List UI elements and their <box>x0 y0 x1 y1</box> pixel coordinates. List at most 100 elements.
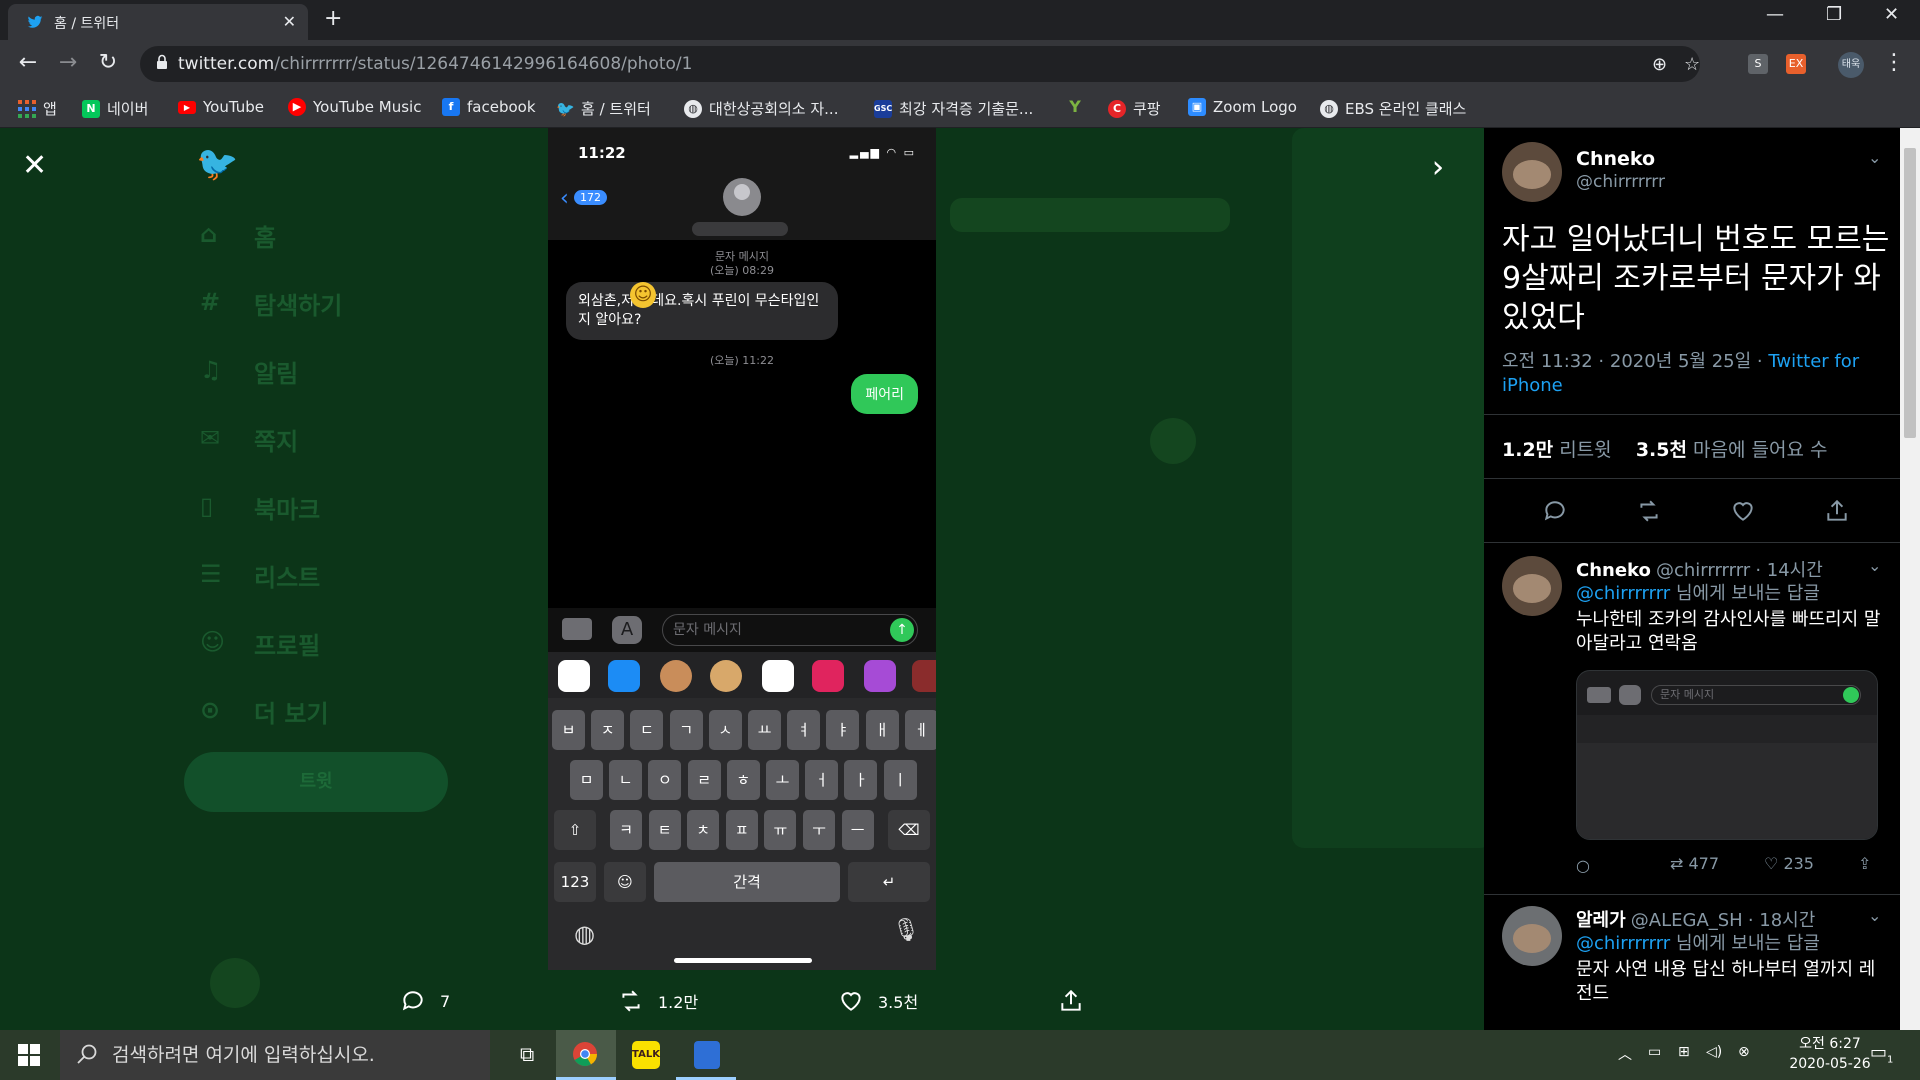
digital-touch-app-icon <box>812 660 844 692</box>
reply-context-label: 님에게 보내는 답글 <box>1675 583 1820 604</box>
signal-wifi-battery-icon: ▂▄▆ ◠ ▭ <box>849 146 916 159</box>
battery-icon[interactable]: ▭ <box>1648 1044 1661 1060</box>
bookmark-twitter[interactable]: 🐦 홈 / 트위터 <box>556 98 651 119</box>
retweet-action[interactable]: 1.2만 <box>618 988 698 1014</box>
address-bar[interactable]: twitter.com/chirrrrrrr/status/1264746142… <box>140 46 1700 82</box>
minimize-button[interactable]: — <box>1766 4 1784 25</box>
reply-action[interactable]: 7 <box>400 988 450 1014</box>
heart-icon[interactable] <box>1730 498 1756 524</box>
share-action[interactable] <box>1058 988 1084 1014</box>
reply-author-handle[interactable]: @ALEGA_SH <box>1631 910 1743 931</box>
extension-s-icon[interactable]: S <box>1748 54 1768 74</box>
like-action[interactable]: 3.5천 <box>838 988 918 1014</box>
author-avatar[interactable] <box>1502 142 1562 202</box>
network-icon[interactable]: ⊞ <box>1678 1044 1690 1060</box>
window-close-button[interactable]: ✕ <box>1884 4 1899 25</box>
bookmark-star-icon[interactable]: ☆ <box>1684 54 1700 75</box>
reply-author-handle[interactable]: @chirrrrrrr <box>1656 560 1750 581</box>
mention-link[interactable]: @chirrrrrrr <box>1576 583 1670 604</box>
restore-button[interactable]: ❐ <box>1826 4 1842 25</box>
bookmark-youtube[interactable]: ▶ YouTube <box>178 98 264 116</box>
mention-link[interactable]: @chirrrrrrr <box>1576 933 1670 954</box>
like-total[interactable]: 3.5천 <box>1636 439 1687 461</box>
nav-label: 북마크 <box>254 496 321 524</box>
taskbar-clock[interactable]: 오전 6:27 2020-05-26 <box>1786 1034 1874 1074</box>
nav-icon: ♫ <box>200 356 222 384</box>
reply-share-button[interactable]: ⇪ <box>1858 854 1871 873</box>
bookmark-apps[interactable]: 앱 <box>18 98 57 119</box>
close-viewer-icon[interactable]: ✕ <box>22 148 47 183</box>
reply-photo[interactable]: 문자 메시지 <box>1576 670 1878 840</box>
back-button[interactable]: ← <box>14 50 42 75</box>
forward-button[interactable]: → <box>54 50 82 75</box>
reply-icon[interactable] <box>1542 498 1568 524</box>
clock-date: 2020-05-26 <box>1789 1056 1871 1072</box>
phone-conversation-header: ‹ 172 <box>548 170 936 240</box>
nav-label: 쪽지 <box>254 428 299 456</box>
nav-label: 리스트 <box>254 564 321 592</box>
bookmark-gsc[interactable]: GSC 최강 자격증 기출문... <box>874 98 1033 119</box>
panel-scrollbar[interactable] <box>1900 128 1920 1030</box>
ime-icon[interactable]: ⊗ <box>1738 1044 1750 1060</box>
chrome-taskbar-icon[interactable] <box>556 1030 616 1080</box>
retweet-icon[interactable] <box>1636 498 1662 524</box>
browser-tab[interactable]: 홈 / 트위터 ✕ <box>8 4 308 40</box>
bookmark-y[interactable]: Y <box>1066 98 1084 116</box>
background-block <box>950 198 1230 232</box>
author-handle[interactable]: @chirrrrrrr <box>1576 172 1665 192</box>
search-icon <box>77 1044 97 1064</box>
reply-author-name[interactable]: 알레가 <box>1576 910 1626 931</box>
volume-icon[interactable]: ◁) <box>1706 1044 1722 1060</box>
send-arrow-icon: ↑ <box>890 618 914 642</box>
close-tab-icon[interactable]: ✕ <box>283 12 296 31</box>
extension-ex-icon[interactable]: EX <box>1786 54 1806 74</box>
appstore-app-icon <box>608 660 640 692</box>
reply-like-button[interactable]: ♡ 235 <box>1764 854 1814 873</box>
retweet-total[interactable]: 1.2만 <box>1502 439 1553 461</box>
app-store-icon: A <box>612 616 642 644</box>
reply-reply-button[interactable]: ○ <box>1576 856 1590 875</box>
hwp-taskbar-icon[interactable] <box>676 1030 736 1080</box>
animoji-app-icon <box>710 660 742 692</box>
keyboard-key: ㅍ <box>725 810 758 850</box>
reload-button[interactable]: ↻ <box>94 50 122 75</box>
bookmark-coupang[interactable]: C 쿠팡 <box>1108 98 1161 119</box>
chevron-down-icon[interactable]: ⌄ <box>1868 148 1881 167</box>
windows-start-icon[interactable] <box>18 1044 40 1066</box>
tray-expand-icon[interactable]: ︿ <box>1618 1044 1632 1064</box>
chevron-down-icon[interactable]: ⌄ <box>1868 906 1881 925</box>
bookmark-zoom[interactable]: ▣ Zoom Logo <box>1188 98 1297 116</box>
nav-icon: ✉ <box>200 424 221 452</box>
add-icon[interactable]: ⊕ <box>1652 54 1667 75</box>
share-icon[interactable] <box>1824 498 1850 524</box>
keyboard-key: ㅔ <box>904 710 936 750</box>
reply-retweet-button[interactable]: ⇄ 477 <box>1670 854 1719 873</box>
notification-icon[interactable]: ▭1 <box>1870 1042 1893 1066</box>
menu-icon[interactable]: ⋮ <box>1880 50 1908 75</box>
grinning-emoji-icon: ☺ <box>630 282 656 308</box>
bookmark-ebs[interactable]: ◍ EBS 온라인 클래스 <box>1320 98 1466 119</box>
reply-text: 누나한테 조카의 감사인사를 빠뜨리지 말아달라고 연락옴 <box>1576 609 1881 654</box>
bookmark-facebook[interactable]: f facebook <box>442 98 536 116</box>
scrollbar-thumb[interactable] <box>1904 148 1916 438</box>
shift-key: ⇧ <box>554 810 596 850</box>
keyboard-key: ㅏ <box>844 760 878 800</box>
bookmark-naver[interactable]: N 네이버 <box>82 98 148 119</box>
task-view-icon[interactable]: ⧉ <box>500 1030 560 1080</box>
chevron-down-icon[interactable]: ⌄ <box>1868 556 1881 575</box>
author-name[interactable]: Chneko <box>1576 148 1655 170</box>
profile-avatar[interactable]: 태욱 <box>1838 52 1864 78</box>
bookmark-youtube-music[interactable]: ▶ YouTube Music <box>288 98 421 116</box>
divider <box>1484 894 1900 895</box>
kakaotalk-taskbar-icon[interactable]: TALK <box>616 1030 676 1080</box>
reply-avatar[interactable] <box>1502 556 1562 616</box>
reply-avatar[interactable] <box>1502 906 1562 966</box>
phone-message-input: 문자 메시지 <box>662 614 918 646</box>
facebook-icon: f <box>442 98 460 116</box>
new-tab-button[interactable]: + <box>324 6 342 31</box>
reply-author-name[interactable]: Chneko <box>1576 560 1651 581</box>
share-icon <box>1061 989 1081 1011</box>
bookmark-korcham[interactable]: ◍ 대한상공회의소 자... <box>684 98 838 119</box>
naver-icon: N <box>82 99 100 118</box>
taskbar-search-box[interactable]: 검색하려면 여기에 입력하십시오. <box>60 1030 490 1080</box>
